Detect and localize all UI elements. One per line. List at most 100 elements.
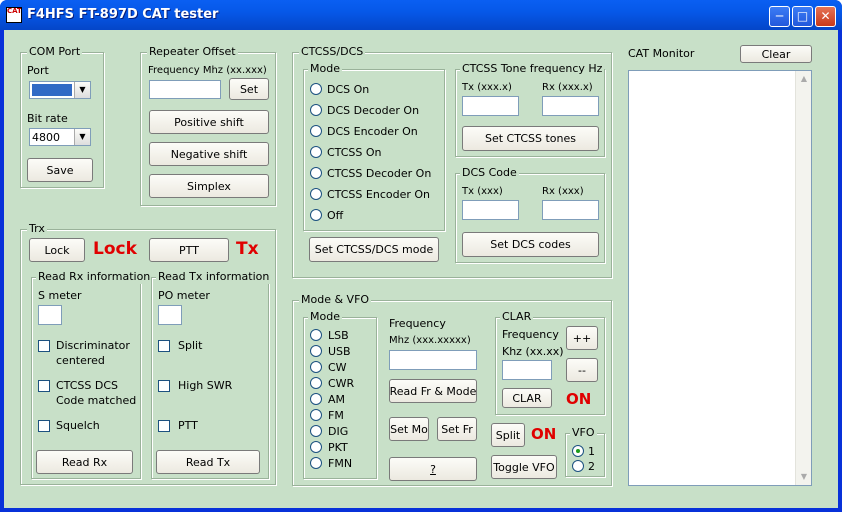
- minimize-icon: ─: [775, 9, 784, 23]
- radio-dcs-decoder-on-label: DCS Decoder On: [327, 104, 420, 117]
- maximize-button[interactable]: □: [792, 6, 813, 27]
- title-bar[interactable]: CAT F4HFS FT-897D CAT tester ─ □ ✕: [0, 0, 842, 30]
- dcs-rx-input[interactable]: [542, 200, 599, 220]
- radio-ctcss-on[interactable]: [310, 146, 322, 158]
- radio-ctcss-encoder-on[interactable]: [310, 188, 322, 200]
- clar-minus-button[interactable]: --: [566, 358, 598, 382]
- ptt-checkbox[interactable]: [158, 420, 170, 432]
- lock-status: Lock: [93, 239, 137, 259]
- radio-am-label: AM: [328, 393, 346, 406]
- ctcss-dcs-group: CTCSS/DCS Mode DCS On DCS Decoder On DCS…: [292, 45, 612, 278]
- minimize-button[interactable]: ─: [769, 6, 790, 27]
- radio-pkt[interactable]: [310, 441, 322, 453]
- clar-frequency-input[interactable]: [502, 360, 552, 380]
- vfo-frequency-input[interactable]: [389, 350, 477, 370]
- trx-group: Trx Lock Lock PTT Tx Read Rx information…: [20, 222, 276, 485]
- radio-usb[interactable]: [310, 345, 322, 357]
- radio-ctcss-decoder-on[interactable]: [310, 167, 322, 179]
- read-tx-button[interactable]: Read Tx: [156, 450, 260, 474]
- radio-dig[interactable]: [310, 425, 322, 437]
- ptt-button[interactable]: PTT: [149, 238, 229, 262]
- mode-vfo-title: Mode & VFO: [299, 293, 372, 307]
- clar-group: CLAR Frequency Khz (xx.xx) ++ -- CLAR ON: [495, 310, 605, 415]
- radio-ctcss-decoder-on-label: CTCSS Decoder On: [327, 167, 432, 180]
- discriminator-checkbox[interactable]: [38, 340, 50, 352]
- radio-vfo-2[interactable]: [572, 460, 584, 472]
- radio-vfo-1[interactable]: [572, 445, 584, 457]
- split-checkbox[interactable]: [158, 340, 170, 352]
- client-area: COM Port Port ▼ Bit rate 4800 ▼ Save Rep…: [4, 30, 838, 508]
- simplex-button[interactable]: Simplex: [149, 174, 269, 198]
- dcs-tx-input[interactable]: [462, 200, 519, 220]
- clar-plus-button[interactable]: ++: [566, 326, 598, 350]
- toggle-vfo-button[interactable]: Toggle VFO: [491, 455, 557, 479]
- repeater-frequency-label: Frequency Mhz (xx.xxx): [148, 65, 267, 76]
- port-select[interactable]: ▼: [29, 81, 91, 99]
- vfo-mode-group: Mode LSB USB CW CWR AM FM DIG PKT FMN: [303, 310, 377, 479]
- set-dcs-codes-button[interactable]: Set DCS codes: [462, 232, 599, 257]
- radio-fm[interactable]: [310, 409, 322, 421]
- read-tx-title: Read Tx information: [156, 270, 272, 284]
- set-frequency-button[interactable]: Set Fr: [437, 417, 477, 441]
- scroll-up-icon[interactable]: ▲: [796, 71, 812, 87]
- set-mode-button[interactable]: Set Mo: [389, 417, 429, 441]
- radio-lsb[interactable]: [310, 329, 322, 341]
- radio-dcs-decoder-on[interactable]: [310, 104, 322, 116]
- radio-fmn[interactable]: [310, 457, 322, 469]
- clear-button[interactable]: Clear: [740, 45, 812, 63]
- po-meter-value: [158, 305, 182, 325]
- negative-shift-button[interactable]: Negative shift: [149, 142, 269, 166]
- chevron-down-icon[interactable]: ▼: [74, 129, 90, 145]
- lock-button[interactable]: Lock: [29, 238, 85, 262]
- close-icon: ✕: [820, 9, 831, 23]
- scroll-down-icon[interactable]: ▼: [796, 469, 812, 485]
- cat-monitor-log[interactable]: ▲ ▼: [628, 70, 812, 486]
- ctcss-match-label: CTCSS DCS Code matched: [56, 379, 137, 407]
- monitor-scrollbar[interactable]: ▲ ▼: [795, 71, 811, 485]
- read-tx-group: Read Tx information PO meter Split High …: [151, 270, 272, 479]
- vfo-frequency-unit: Mhz (xxx.xxxxx): [389, 335, 471, 346]
- ctcss-match-checkbox[interactable]: [38, 380, 50, 392]
- bit-rate-select[interactable]: 4800 ▼: [29, 128, 91, 146]
- repeater-offset-title: Repeater Offset: [147, 45, 238, 59]
- radio-fm-label: FM: [328, 409, 344, 422]
- positive-shift-button[interactable]: Positive shift: [149, 110, 269, 134]
- clar-frequency-label: Frequency: [502, 328, 559, 341]
- radio-dcs-encoder-on[interactable]: [310, 125, 322, 137]
- set-ctcss-tones-button[interactable]: Set CTCSS tones: [462, 126, 599, 151]
- radio-cw[interactable]: [310, 361, 322, 373]
- squelch-label: Squelch: [56, 419, 100, 432]
- clar-button[interactable]: CLAR: [502, 388, 552, 408]
- com-port-group: COM Port Port ▼ Bit rate 4800 ▼ Save: [20, 45, 104, 188]
- read-rx-title: Read Rx information: [36, 270, 153, 284]
- split-button[interactable]: Split: [491, 423, 525, 447]
- save-button[interactable]: Save: [27, 158, 93, 182]
- maximize-icon: □: [796, 9, 809, 23]
- squelch-checkbox[interactable]: [38, 420, 50, 432]
- radio-ctcss-on-label: CTCSS On: [327, 146, 382, 159]
- radio-off[interactable]: [310, 209, 322, 221]
- chevron-down-icon[interactable]: ▼: [74, 82, 90, 98]
- tone-tx-input[interactable]: [462, 96, 519, 116]
- radio-am[interactable]: [310, 393, 322, 405]
- ctcss-mode-group: Mode DCS On DCS Decoder On DCS Encoder O…: [303, 62, 445, 231]
- tone-rx-input[interactable]: [542, 96, 599, 116]
- high-swr-checkbox[interactable]: [158, 380, 170, 392]
- help-button[interactable]: ?: [389, 457, 477, 481]
- read-fr-mode-button[interactable]: Read Fr & Mode: [389, 379, 477, 403]
- repeater-frequency-input[interactable]: [149, 80, 221, 99]
- high-swr-label: High SWR: [178, 379, 233, 392]
- ptt-label: PTT: [178, 419, 198, 432]
- bit-rate-value: 4800: [32, 131, 60, 144]
- radio-dcs-on[interactable]: [310, 83, 322, 95]
- trx-title: Trx: [27, 222, 47, 236]
- ctcss-dcs-title: CTCSS/DCS: [299, 45, 366, 59]
- repeater-set-button[interactable]: Set: [229, 78, 269, 100]
- close-button[interactable]: ✕: [815, 6, 836, 27]
- read-rx-button[interactable]: Read Rx: [36, 450, 133, 474]
- radio-cwr[interactable]: [310, 377, 322, 389]
- set-ctcss-dcs-mode-button[interactable]: Set CTCSS/DCS mode: [309, 237, 439, 262]
- tx-status: Tx: [236, 239, 259, 259]
- discriminator-label: Discriminator centered: [56, 339, 130, 367]
- dcs-tx-label: Tx (xxx): [462, 186, 503, 197]
